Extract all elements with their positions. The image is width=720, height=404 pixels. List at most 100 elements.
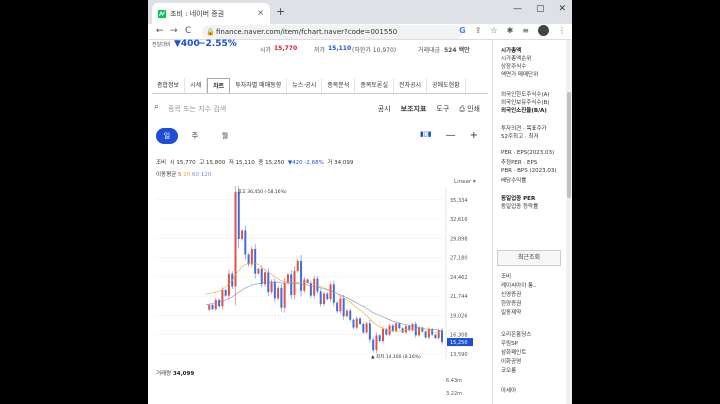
candle-body: [214, 299, 217, 310]
quote-name: 조비: [156, 160, 167, 166]
candle-body: [254, 248, 257, 274]
menu-item-chart[interactable]: 차트: [207, 78, 231, 93]
candle-body: [418, 327, 421, 336]
ma20-label: 20: [183, 172, 191, 178]
menu-item-discussion[interactable]: 종목토론실: [355, 78, 394, 93]
y-tick-label: 32,616: [450, 217, 468, 223]
back-button[interactable]: ←: [156, 26, 164, 36]
search-input[interactable]: 종목 또는 지수 검색: [168, 104, 226, 114]
candle-body: [257, 268, 260, 274]
tab-title: 조비 : 네이버 증권: [170, 9, 225, 18]
reading-list-icon[interactable]: ≡: [522, 26, 529, 35]
maximize-button[interactable]: ▢: [536, 4, 545, 14]
browser-menu-icon[interactable]: ⋮: [558, 26, 566, 35]
chart-search-row: ⌕ 종목 또는 지수 검색 공시 보조지표 도구 ⎙ 인쇄: [152, 100, 488, 118]
sidebar-line: 시가총액: [501, 48, 522, 54]
trade-amount-label: 거래대금: [418, 47, 441, 54]
notice-button[interactable]: 공시: [378, 104, 391, 114]
price-chart[interactable]: 35,334 32,616 29,898 27,180 24,462 21,744 19,0…: [152, 186, 488, 364]
recent-item[interactable]: 삼화페인트: [501, 348, 526, 356]
sidebar-line: 외국인보유주식수(B): [501, 100, 550, 106]
period-week-button[interactable]: 주: [184, 128, 206, 144]
open-value: 15,770: [274, 45, 298, 52]
quote-low: 저 15,110: [228, 160, 255, 166]
menu-item-overview[interactable]: 종합정보: [152, 78, 186, 93]
print-button[interactable]: ⎙ 인쇄: [459, 104, 480, 114]
scale-mode-select[interactable]: Linear ▾: [454, 179, 476, 185]
trade-amount-value: 524 백만: [444, 47, 470, 54]
sidebar-line: 52주최고 · 최저: [501, 134, 539, 140]
browser-tab[interactable]: 조비 : 네이버 증권 ×: [152, 3, 270, 24]
change-value: ▼400: [174, 39, 200, 49]
address-bar[interactable]: 🔒 finance.naver.com/item/fchart.naver?co…: [202, 25, 462, 39]
candle-type-icon[interactable]: ▮▯▮: [420, 130, 432, 141]
period-month-button[interactable]: 월: [214, 128, 236, 144]
current-price-label: 15,250: [450, 340, 468, 346]
quote-open: 시 15,770: [169, 160, 196, 166]
candle-body: [342, 298, 345, 317]
recent-item[interactable]: 이화공영: [501, 357, 521, 365]
menu-item-analysis[interactable]: 종목분석: [322, 78, 356, 93]
reload-button[interactable]: C: [185, 26, 191, 36]
menu-item-news[interactable]: 뉴스·공시: [287, 78, 323, 93]
tool-button[interactable]: 도구: [436, 104, 449, 114]
recent-item[interactable]: 신영증권: [501, 290, 521, 298]
sidebar-line: 추정PER · EPS: [501, 160, 538, 166]
candle-body: [382, 328, 384, 341]
sidebar-scrollbar[interactable]: [566, 40, 572, 404]
zoom-out-button[interactable]: —: [446, 130, 456, 141]
candle-body: [306, 279, 309, 283]
recent-item[interactable]: 우림SP: [501, 339, 518, 347]
scrollbar-thumb[interactable]: [567, 92, 571, 198]
zoom-in-button[interactable]: +: [470, 130, 478, 141]
prev-day-label: 전일대비: [152, 42, 171, 48]
candle-body: [336, 302, 339, 312]
profile-avatar[interactable]: [538, 25, 549, 36]
candle-body: [237, 191, 240, 239]
ma120-label: 120: [200, 172, 212, 178]
sidebar-line[interactable]: 동일업종 PER: [501, 194, 535, 202]
candle-body: [270, 281, 273, 293]
search-icon[interactable]: ⌕: [154, 102, 159, 112]
quote-line: 조비 시 15,770 고 15,800 저 15,110 종 15,250 ▼…: [156, 158, 353, 166]
recent-item[interactable]: 케이씨아이 통..: [501, 281, 537, 289]
candle-body: [352, 319, 355, 328]
forward-button[interactable]: →: [170, 26, 178, 36]
recent-item[interactable]: 코오롱: [501, 366, 516, 374]
candle-body: [441, 330, 443, 343]
recent-item[interactable]: 한양증권: [501, 299, 521, 307]
indicator-button[interactable]: 보조지표: [401, 104, 427, 114]
page-content: 전일대비 ▼400 −2.55% 시가 15,770 저가 15,110 (하한…: [148, 39, 572, 404]
minimize-button[interactable]: —: [513, 4, 522, 14]
recent-item[interactable]: 아세아: [501, 386, 516, 394]
bookmark-star-icon[interactable]: ☆: [490, 26, 497, 35]
tab-bar: 조비 : 네이버 증권 × + — ▢ ✕: [148, 0, 572, 24]
menu-item-price[interactable]: 시세: [185, 78, 208, 93]
recent-item[interactable]: 일동제약: [501, 308, 521, 316]
low-label: 저가: [314, 47, 326, 54]
candle-body: [345, 310, 348, 317]
tab-close-icon[interactable]: ×: [257, 8, 264, 17]
url-text: finance.naver.com/item/fchart.naver?code…: [216, 28, 398, 36]
recent-item[interactable]: 오리온홀딩스: [501, 330, 531, 338]
sidebar-line: 상장주식수: [501, 64, 527, 70]
new-tab-button[interactable]: +: [276, 5, 285, 18]
extensions-icon[interactable]: ✱: [507, 26, 514, 35]
period-day-button[interactable]: 일: [156, 128, 178, 144]
menu-item-disclosure[interactable]: 전자공시: [394, 78, 428, 93]
recent-item[interactable]: 조비: [501, 272, 511, 280]
quote-change: ▼420 -2.68%: [287, 160, 324, 166]
menu-item-short-selling[interactable]: 공매도현황: [427, 78, 466, 93]
window-close-button[interactable]: ✕: [558, 4, 566, 14]
menu-item-investor[interactable]: 투자자별 매매동향: [230, 78, 288, 93]
candle-body: [309, 282, 312, 296]
share-icon[interactable]: ⇪: [475, 26, 482, 35]
candle-body: [280, 287, 283, 308]
candle-body: [208, 304, 211, 310]
candle-body: [349, 310, 352, 320]
candle-body: [319, 291, 322, 305]
y-tick-label: 35,334: [450, 198, 468, 204]
google-icon[interactable]: G: [459, 26, 466, 35]
y-tick-label: 27,180: [450, 256, 468, 262]
sidebar-line[interactable]: 동일업종 등락률: [501, 202, 538, 210]
